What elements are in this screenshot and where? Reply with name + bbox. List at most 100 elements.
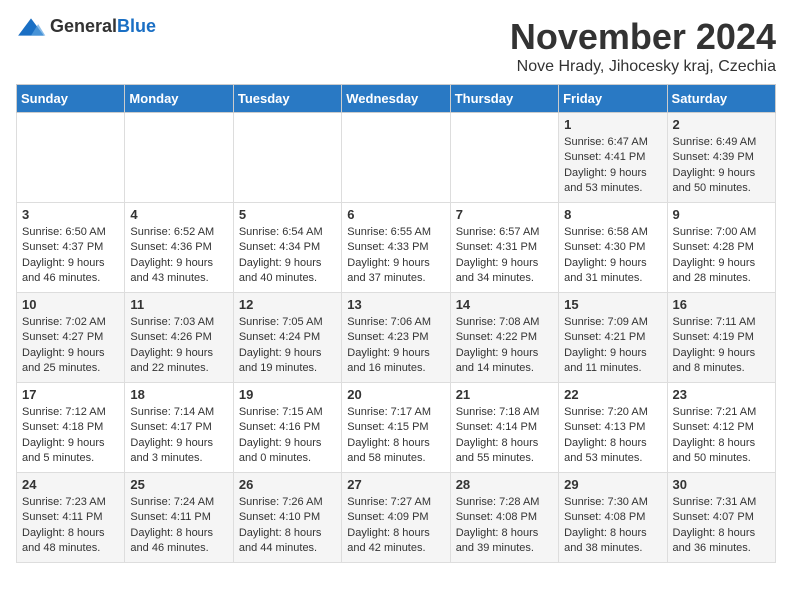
day-number: 4 <box>130 207 227 222</box>
week-row-5: 24 Sunrise: 7:23 AM Sunset: 4:11 PM Dayli… <box>17 473 776 563</box>
day-number: 26 <box>239 477 336 492</box>
day-info: Sunrise: 7:11 AM Sunset: 4:19 PM Dayligh… <box>673 315 770 377</box>
day-info: Sunrise: 6:49 AM Sunset: 4:39 PM Dayligh… <box>673 135 770 197</box>
day-info: Sunrise: 7:15 AM Sunset: 4:16 PM Dayligh… <box>239 405 336 467</box>
calendar-cell: 15 Sunrise: 7:09 AM Sunset: 4:21 PM Dayli… <box>559 293 667 383</box>
day-info: Sunrise: 7:08 AM Sunset: 4:22 PM Dayligh… <box>456 315 553 377</box>
calendar-cell: 29 Sunrise: 7:30 AM Sunset: 4:08 PM Dayli… <box>559 473 667 563</box>
day-number: 23 <box>673 387 770 402</box>
calendar-cell: 26 Sunrise: 7:26 AM Sunset: 4:10 PM Dayli… <box>233 473 341 563</box>
calendar-cell <box>233 113 341 203</box>
day-info: Sunrise: 7:26 AM Sunset: 4:10 PM Dayligh… <box>239 495 336 557</box>
day-number: 25 <box>130 477 227 492</box>
day-number: 9 <box>673 207 770 222</box>
weekday-header-saturday: Saturday <box>667 85 775 113</box>
calendar-cell: 24 Sunrise: 7:23 AM Sunset: 4:11 PM Dayli… <box>17 473 125 563</box>
calendar-cell: 11Sunrise: 7:03 AM Sunset: 4:26 PM Dayli… <box>125 293 233 383</box>
month-title: November 2024 <box>510 16 776 58</box>
day-number: 10 <box>22 297 119 312</box>
week-row-4: 17 Sunrise: 7:12 AM Sunset: 4:18 PM Dayli… <box>17 383 776 473</box>
day-info: Sunrise: 6:50 AM Sunset: 4:37 PM Dayligh… <box>22 225 119 287</box>
calendar-cell <box>17 113 125 203</box>
calendar-cell: 4 Sunrise: 6:52 AM Sunset: 4:36 PM Daylig… <box>125 203 233 293</box>
calendar-cell: 19 Sunrise: 7:15 AM Sunset: 4:16 PM Dayli… <box>233 383 341 473</box>
calendar-cell: 18Sunrise: 7:14 AM Sunset: 4:17 PM Dayli… <box>125 383 233 473</box>
day-number: 28 <box>456 477 553 492</box>
calendar-cell: 20 Sunrise: 7:17 AM Sunset: 4:15 PM Dayli… <box>342 383 450 473</box>
day-info: Sunrise: 7:03 AM Sunset: 4:26 PM Dayligh… <box>130 315 227 377</box>
week-row-1: 1Sunrise: 6:47 AM Sunset: 4:41 PM Daylig… <box>17 113 776 203</box>
logo-blue: Blue <box>117 16 156 36</box>
calendar-cell: 3Sunrise: 6:50 AM Sunset: 4:37 PM Daylig… <box>17 203 125 293</box>
day-info: Sunrise: 7:18 AM Sunset: 4:14 PM Dayligh… <box>456 405 553 467</box>
day-info: Sunrise: 7:12 AM Sunset: 4:18 PM Dayligh… <box>22 405 119 467</box>
day-info: Sunrise: 6:47 AM Sunset: 4:41 PM Dayligh… <box>564 135 661 197</box>
day-info: Sunrise: 6:57 AM Sunset: 4:31 PM Dayligh… <box>456 225 553 287</box>
day-number: 12 <box>239 297 336 312</box>
day-number: 7 <box>456 207 553 222</box>
calendar-cell: 8 Sunrise: 6:58 AM Sunset: 4:30 PM Daylig… <box>559 203 667 293</box>
day-number: 20 <box>347 387 444 402</box>
weekday-header-sunday: Sunday <box>17 85 125 113</box>
day-info: Sunrise: 7:06 AM Sunset: 4:23 PM Dayligh… <box>347 315 444 377</box>
week-row-3: 10 Sunrise: 7:02 AM Sunset: 4:27 PM Dayli… <box>17 293 776 383</box>
day-info: Sunrise: 7:23 AM Sunset: 4:11 PM Dayligh… <box>22 495 119 557</box>
weekday-header-wednesday: Wednesday <box>342 85 450 113</box>
day-info: Sunrise: 7:30 AM Sunset: 4:08 PM Dayligh… <box>564 495 661 557</box>
calendar-cell: 1Sunrise: 6:47 AM Sunset: 4:41 PM Daylig… <box>559 113 667 203</box>
day-info: Sunrise: 7:05 AM Sunset: 4:24 PM Dayligh… <box>239 315 336 377</box>
day-info: Sunrise: 7:27 AM Sunset: 4:09 PM Dayligh… <box>347 495 444 557</box>
day-info: Sunrise: 6:58 AM Sunset: 4:30 PM Dayligh… <box>564 225 661 287</box>
calendar-cell: 30 Sunrise: 7:31 AM Sunset: 4:07 PM Dayli… <box>667 473 775 563</box>
calendar-cell <box>125 113 233 203</box>
day-number: 17 <box>22 387 119 402</box>
week-row-2: 3Sunrise: 6:50 AM Sunset: 4:37 PM Daylig… <box>17 203 776 293</box>
day-number: 22 <box>564 387 661 402</box>
day-info: Sunrise: 7:02 AM Sunset: 4:27 PM Dayligh… <box>22 315 119 377</box>
calendar-cell: 10 Sunrise: 7:02 AM Sunset: 4:27 PM Dayli… <box>17 293 125 383</box>
day-number: 18 <box>130 387 227 402</box>
day-info: Sunrise: 7:21 AM Sunset: 4:12 PM Dayligh… <box>673 405 770 467</box>
day-number: 6 <box>347 207 444 222</box>
weekday-header-row: SundayMondayTuesdayWednesdayThursdayFrid… <box>17 85 776 113</box>
calendar-cell: 5Sunrise: 6:54 AM Sunset: 4:34 PM Daylig… <box>233 203 341 293</box>
logo-icon <box>16 17 46 37</box>
day-info: Sunrise: 7:17 AM Sunset: 4:15 PM Dayligh… <box>347 405 444 467</box>
day-number: 8 <box>564 207 661 222</box>
day-info: Sunrise: 7:31 AM Sunset: 4:07 PM Dayligh… <box>673 495 770 557</box>
day-info: Sunrise: 7:20 AM Sunset: 4:13 PM Dayligh… <box>564 405 661 467</box>
weekday-header-monday: Monday <box>125 85 233 113</box>
logo: GeneralBlue <box>16 16 156 37</box>
day-number: 16 <box>673 297 770 312</box>
calendar-cell <box>342 113 450 203</box>
header: GeneralBlue November 2024 Nove Hrady, Ji… <box>16 16 776 76</box>
day-info: Sunrise: 7:00 AM Sunset: 4:28 PM Dayligh… <box>673 225 770 287</box>
calendar-cell: 17 Sunrise: 7:12 AM Sunset: 4:18 PM Dayli… <box>17 383 125 473</box>
calendar-cell: 12 Sunrise: 7:05 AM Sunset: 4:24 PM Dayli… <box>233 293 341 383</box>
day-number: 19 <box>239 387 336 402</box>
calendar-cell: 2 Sunrise: 6:49 AM Sunset: 4:39 PM Daylig… <box>667 113 775 203</box>
day-info: Sunrise: 7:28 AM Sunset: 4:08 PM Dayligh… <box>456 495 553 557</box>
calendar-cell <box>450 113 558 203</box>
calendar-cell: 14 Sunrise: 7:08 AM Sunset: 4:22 PM Dayli… <box>450 293 558 383</box>
day-info: Sunrise: 6:52 AM Sunset: 4:36 PM Dayligh… <box>130 225 227 287</box>
title-area: November 2024 Nove Hrady, Jihocesky kraj… <box>510 16 776 76</box>
weekday-header-friday: Friday <box>559 85 667 113</box>
calendar-cell: 21Sunrise: 7:18 AM Sunset: 4:14 PM Dayli… <box>450 383 558 473</box>
calendar-cell: 6Sunrise: 6:55 AM Sunset: 4:33 PM Daylig… <box>342 203 450 293</box>
day-number: 2 <box>673 117 770 132</box>
day-number: 27 <box>347 477 444 492</box>
calendar-cell: 27 Sunrise: 7:27 AM Sunset: 4:09 PM Dayli… <box>342 473 450 563</box>
day-number: 24 <box>22 477 119 492</box>
day-info: Sunrise: 7:24 AM Sunset: 4:11 PM Dayligh… <box>130 495 227 557</box>
day-info: Sunrise: 7:09 AM Sunset: 4:21 PM Dayligh… <box>564 315 661 377</box>
calendar-table: SundayMondayTuesdayWednesdayThursdayFrid… <box>16 84 776 563</box>
day-number: 14 <box>456 297 553 312</box>
day-number: 29 <box>564 477 661 492</box>
weekday-header-thursday: Thursday <box>450 85 558 113</box>
day-number: 15 <box>564 297 661 312</box>
day-number: 5 <box>239 207 336 222</box>
calendar-cell: 25 Sunrise: 7:24 AM Sunset: 4:11 PM Dayli… <box>125 473 233 563</box>
day-number: 30 <box>673 477 770 492</box>
calendar-cell: 22 Sunrise: 7:20 AM Sunset: 4:13 PM Dayli… <box>559 383 667 473</box>
